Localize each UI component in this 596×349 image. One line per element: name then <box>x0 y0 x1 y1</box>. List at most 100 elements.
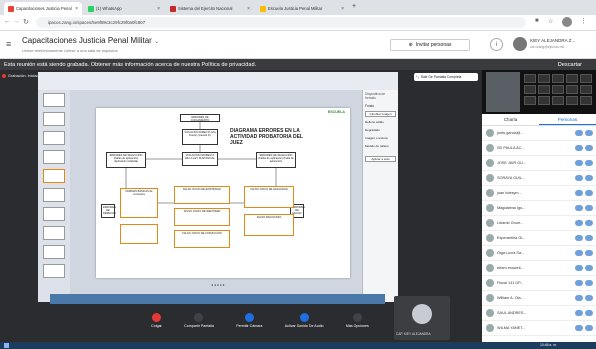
info-icon[interactable]: i <box>490 38 503 51</box>
slide-thumbnail[interactable] <box>43 93 65 107</box>
meeting-title: Capacitaciones Justicia Penal Militar ⌄ <box>22 36 160 45</box>
diagram-connectors <box>125 122 277 204</box>
star-icon[interactable]: ☆ <box>548 18 553 25</box>
camera-icon <box>575 325 583 331</box>
participant-row[interactable]: Fiscal 141 DP... <box>482 276 596 291</box>
participant-row[interactable]: efram esowell... <box>482 261 596 276</box>
fill-option[interactable]: Modelo de relleno <box>363 142 398 150</box>
add-person-icon: ⊕ <box>408 42 413 48</box>
tab-people[interactable]: Personas <box>539 114 596 125</box>
video-tile <box>552 96 564 105</box>
user-email: csr.xzang@ejercito.mil... <box>530 45 567 49</box>
address-bar[interactable]: ipacos.zang.io/spaces/5e9f89c3c29fc29f0a… <box>36 17 526 28</box>
slide-thumbnail[interactable] <box>43 112 65 126</box>
browser-tab[interactable]: Escuela Justicia Penal Militar × <box>256 2 348 15</box>
sidebar-tabs: Charla Personas <box>482 114 596 126</box>
fill-option[interactable]: Degradado <box>363 126 398 134</box>
change-image-button[interactable]: Cambiar imagen <box>365 111 396 117</box>
hangup-button[interactable]: Colgar <box>151 313 162 337</box>
participant-row[interactable]: JOSE JAIR GU... <box>482 156 596 171</box>
exit-fullscreen-button[interactable]: ⤡ Salir De Pantalla Completa <box>414 73 478 81</box>
speaker-video <box>486 72 520 112</box>
extensions-icon[interactable]: ■ <box>535 18 539 24</box>
video-tile <box>524 74 536 83</box>
video-tile <box>580 85 592 94</box>
participant-row[interactable]: SD PAULA AC... <box>482 141 596 156</box>
favicon-icon <box>260 5 266 12</box>
participant-row[interactable]: WILMA YANET... <box>482 321 596 336</box>
new-tab-button[interactable]: + <box>352 3 356 10</box>
apply-all-button[interactable]: Aplicar a todo <box>365 156 396 162</box>
participant-row[interactable]: SORAYA GUIL... <box>482 171 596 186</box>
mic-icon <box>585 235 593 241</box>
shared-taskbar <box>50 294 385 304</box>
system-clock: 10:48 a. m. <box>540 343 557 347</box>
menu-icon[interactable]: ⋮ <box>580 17 587 25</box>
mic-icon <box>299 313 309 322</box>
meeting-subtitle[interactable]: Unirse telefónicamente Unirse a una sala… <box>22 48 118 53</box>
app-header: ≡ Capacitaciones Justicia Penal Militar … <box>0 31 596 59</box>
participant-tiles <box>524 74 592 105</box>
video-tile <box>580 74 592 83</box>
camera-icon <box>575 280 583 286</box>
browser-tab[interactable]: Capacitaciones Justicia Penal × <box>4 2 82 15</box>
participant-row[interactable]: Esperantina Gi... <box>482 231 596 246</box>
windows-start-icon[interactable] <box>4 343 9 348</box>
video-tile <box>538 74 550 83</box>
browser-tab[interactable]: Sistema del Ejercito Nacional × <box>166 2 254 15</box>
dismiss-notice-button[interactable]: Descartar <box>558 62 582 68</box>
slide-thumbnail[interactable] <box>43 188 65 202</box>
more-options-button[interactable]: Más Opciones <box>346 313 369 337</box>
os-taskbar: 10:48 a. m. <box>0 342 596 349</box>
participant-row[interactable]: Libardo Grum... <box>482 216 596 231</box>
avatar <box>486 189 494 197</box>
camera-icon <box>575 130 583 136</box>
video-tile <box>566 74 578 83</box>
slide-canvas[interactable]: ESCUELA ERRORES DE JUZGAMIENTO VIOLACIÓN… <box>96 108 350 278</box>
back-icon[interactable]: ← <box>4 18 11 25</box>
audio-button[interactable]: Activar Sonido De Audio <box>285 313 324 337</box>
mic-icon <box>585 205 593 211</box>
video-tile <box>552 74 564 83</box>
participant-row[interactable]: Olga Lucía Sa... <box>482 246 596 261</box>
participant-row[interactable]: William A. Ola... <box>482 291 596 306</box>
slide-thumbnail-selected[interactable] <box>43 169 65 183</box>
participant-row[interactable]: Magdalena Igo... <box>482 201 596 216</box>
camera-icon <box>575 265 583 271</box>
close-icon[interactable]: × <box>75 6 78 12</box>
slide-thumbnail[interactable] <box>43 226 65 240</box>
recording-notice-bar: Esta reunión está siendo grabada. Obtene… <box>0 59 596 70</box>
participant-row[interactable]: SAUL ANDRES... <box>482 306 596 321</box>
tab-chat[interactable]: Charla <box>482 114 539 125</box>
participant-row[interactable]: juan hdesym... <box>482 186 596 201</box>
forward-icon[interactable]: → <box>13 18 20 25</box>
invite-people-button[interactable]: ⊕ Invitar personas <box>390 39 470 51</box>
reload-icon[interactable]: ↻ <box>23 18 29 26</box>
slide-thumbnail[interactable] <box>43 245 65 259</box>
share-screen-button[interactable]: Compartir Pantalla <box>184 313 214 337</box>
close-icon[interactable]: × <box>157 6 160 12</box>
profile-avatar[interactable] <box>562 17 572 27</box>
favicon-icon <box>170 5 176 12</box>
chevron-down-icon[interactable]: ⌄ <box>154 39 159 45</box>
camera-icon <box>575 295 583 301</box>
close-icon[interactable]: × <box>247 6 250 12</box>
browser-tab[interactable]: (1) WhatsApp × <box>84 2 164 15</box>
avatar <box>486 294 494 302</box>
video-tile <box>524 85 536 94</box>
slide-thumbnail[interactable] <box>43 131 65 145</box>
camera-icon <box>575 220 583 226</box>
camera-button[interactable]: Permitir Cámara <box>236 313 262 337</box>
slide-thumbnail[interactable] <box>43 150 65 164</box>
mic-icon <box>585 145 593 151</box>
hamburger-icon[interactable]: ≡ <box>6 39 11 49</box>
user-avatar[interactable] <box>513 37 527 51</box>
self-view: CAP. KIEY ALEJANDRA <box>394 296 450 340</box>
close-icon[interactable]: × <box>341 6 344 12</box>
participant-row[interactable]: juntu.garcia@... <box>482 126 596 141</box>
slide-thumbnail[interactable] <box>43 264 65 278</box>
fill-option[interactable]: Imagen o textura <box>363 134 398 142</box>
camera-icon <box>575 205 583 211</box>
fill-option[interactable]: Relleno sólido <box>363 118 398 126</box>
slide-thumbnail[interactable] <box>43 207 65 221</box>
